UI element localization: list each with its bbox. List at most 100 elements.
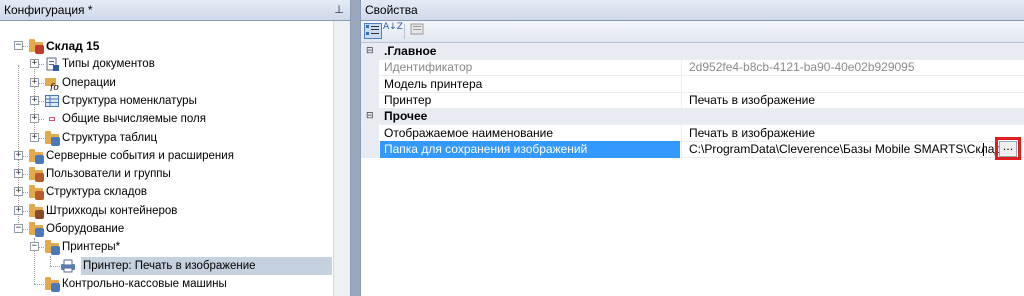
expand-icon[interactable]: + [30, 133, 39, 142]
tree-item-label: Контрольно-кассовые машины [62, 278, 227, 290]
expand-icon[interactable]: + [14, 187, 23, 196]
configuration-tree: − Склад 15 + Типы документов + fo Операции + Стр… [0, 21, 334, 296]
expand-icon[interactable]: + [14, 151, 23, 160]
column-divider[interactable] [681, 141, 682, 158]
tree-item-label: Склад 15 [46, 39, 100, 53]
tree-item[interactable]: + Серверные события и расширения [0, 147, 334, 165]
expand-icon[interactable]: + [30, 78, 39, 87]
folder-printer-icon [44, 239, 60, 255]
icon-overlay [35, 191, 44, 200]
folder-gear-icon [28, 148, 44, 164]
panel-title: Свойства [365, 3, 418, 17]
tree-item[interactable]: + Общие вычисляемые поля [0, 110, 334, 128]
icon-overlay [35, 45, 44, 54]
tree-item[interactable]: − Принтеры* [0, 238, 334, 256]
tree-item[interactable]: + Типы документов [0, 55, 334, 73]
property-gutter [361, 59, 379, 76]
property-gutter [361, 125, 379, 142]
tree-item[interactable]: + Структура таблиц [0, 129, 334, 147]
tree-item[interactable]: + Структура складов [0, 183, 334, 201]
tree-item[interactable]: − Склад 15 [0, 37, 334, 55]
tree-item-label: Штрихкоды контейнеров [46, 205, 178, 217]
icon-overlay [35, 210, 44, 219]
property-gutter [361, 76, 379, 93]
tree-item[interactable]: Принтер: Печать в изображение [0, 257, 334, 275]
tree-connector [50, 266, 60, 267]
tree-item-label: Структура складов [46, 186, 147, 198]
collapse-icon[interactable]: ⊟ [366, 43, 374, 59]
tree-item[interactable]: + Пользователи и группы [0, 165, 334, 183]
column-divider[interactable] [681, 125, 682, 142]
column-divider[interactable] [681, 92, 682, 109]
property-row[interactable]: Модель принтера [361, 76, 1024, 93]
property-name: Идентификатор [384, 60, 473, 74]
configuration-panel-header: Конфигурация * ⊥ [0, 0, 350, 21]
text-caret [983, 143, 984, 156]
collapse-icon[interactable]: ⊟ [366, 108, 374, 124]
computed-fields-icon [44, 111, 60, 127]
expand-icon[interactable]: + [30, 114, 39, 123]
category-name: .Главное [384, 44, 437, 58]
folder-cash-register-icon [44, 276, 60, 292]
expand-icon[interactable]: + [30, 96, 39, 105]
tree-item-label: Оборудование [46, 223, 125, 235]
folder-equipment-icon [28, 221, 44, 237]
properties-toolbar: A↓Z [361, 21, 1024, 43]
tree-item[interactable]: + Штрихкоды контейнеров [0, 202, 334, 220]
property-value[interactable]: Печать в изображение [689, 125, 815, 141]
property-value-input[interactable]: C:\ProgramData\Cleverence\Базы Mobile SM… [689, 141, 1001, 157]
collapse-icon[interactable]: − [14, 224, 23, 233]
property-row[interactable]: Отображаемое наименование Печать в изобра… [361, 125, 1024, 142]
property-row[interactable]: Принтер Печать в изображение [361, 92, 1024, 109]
tree-item[interactable]: + fo Операции [0, 74, 334, 93]
sort-alphabetical-label: A↓Z [383, 22, 403, 32]
folder-users-icon [28, 166, 44, 182]
operations-fx-icon: fo [44, 75, 60, 93]
tree-item-label: Типы документов [62, 58, 155, 70]
properties-panel: Свойства A↓Z ⊟ .Главное Идентификатор 2d952… [360, 0, 1024, 296]
property-name: Принтер [384, 93, 432, 107]
property-category[interactable]: ⊟ Прочее [361, 108, 1024, 125]
sort-alphabetical-icon[interactable]: A↓Z [383, 22, 403, 39]
property-row[interactable]: Идентификатор 2d952fe4-b8cb-4121-ba90-40e… [361, 59, 1024, 76]
tree-item-label: Принтеры* [62, 241, 121, 253]
expand-icon[interactable]: + [14, 206, 23, 215]
tree-item[interactable]: Контрольно-кассовые машины [0, 275, 334, 293]
svg-text:fo: fo [49, 83, 59, 91]
icon-overlay [51, 246, 60, 255]
browse-ellipsis-button[interactable]: ... [999, 141, 1017, 157]
folder-cart-icon [28, 38, 44, 54]
tree-item-label: Серверные события и расширения [46, 150, 234, 162]
configuration-panel: Конфигурация * ⊥ − Склад 15 + Типы документ… [0, 0, 351, 296]
property-pages-icon[interactable] [408, 23, 426, 39]
icon-overlay [51, 137, 60, 146]
column-divider[interactable] [681, 59, 682, 76]
icon-overlay [35, 228, 44, 237]
printer-icon [60, 258, 76, 274]
categorized-view-icon[interactable] [364, 23, 382, 39]
folder-barcode-icon [28, 203, 44, 219]
expand-icon[interactable]: + [14, 169, 23, 178]
icon-overlay [35, 173, 44, 182]
tree-item-label: Операции [62, 77, 116, 89]
tree-item-label: Общие вычисляемые поля [62, 113, 206, 125]
property-row[interactable]: Папка для сохранения изображений C:\Progr… [361, 137, 1024, 160]
panel-title: Конфигурация * [4, 3, 93, 17]
property-category[interactable]: ⊟ .Главное [361, 43, 1024, 60]
document-types-icon [44, 56, 60, 72]
property-value: 2d952fe4-b8cb-4121-ba90-40e02b929095 [689, 60, 915, 74]
property-name: Модель принтера [384, 77, 483, 91]
collapse-icon[interactable]: − [30, 242, 39, 251]
property-value[interactable]: Печать в изображение [689, 92, 815, 108]
pin-icon[interactable]: ⊥ [332, 0, 346, 20]
collapse-icon[interactable]: − [14, 41, 23, 50]
tree-connector [34, 284, 44, 285]
property-gutter [361, 92, 379, 109]
column-divider[interactable] [681, 76, 682, 93]
folder-table-icon [44, 130, 60, 146]
tree-item[interactable]: − Оборудование [0, 220, 334, 238]
tree-item-label: Принтер: Печать в изображение [83, 260, 256, 272]
expand-icon[interactable]: + [30, 59, 39, 68]
tree-item[interactable]: + Структура номенклатуры [0, 92, 334, 110]
tree-scrollbar[interactable] [333, 21, 350, 296]
